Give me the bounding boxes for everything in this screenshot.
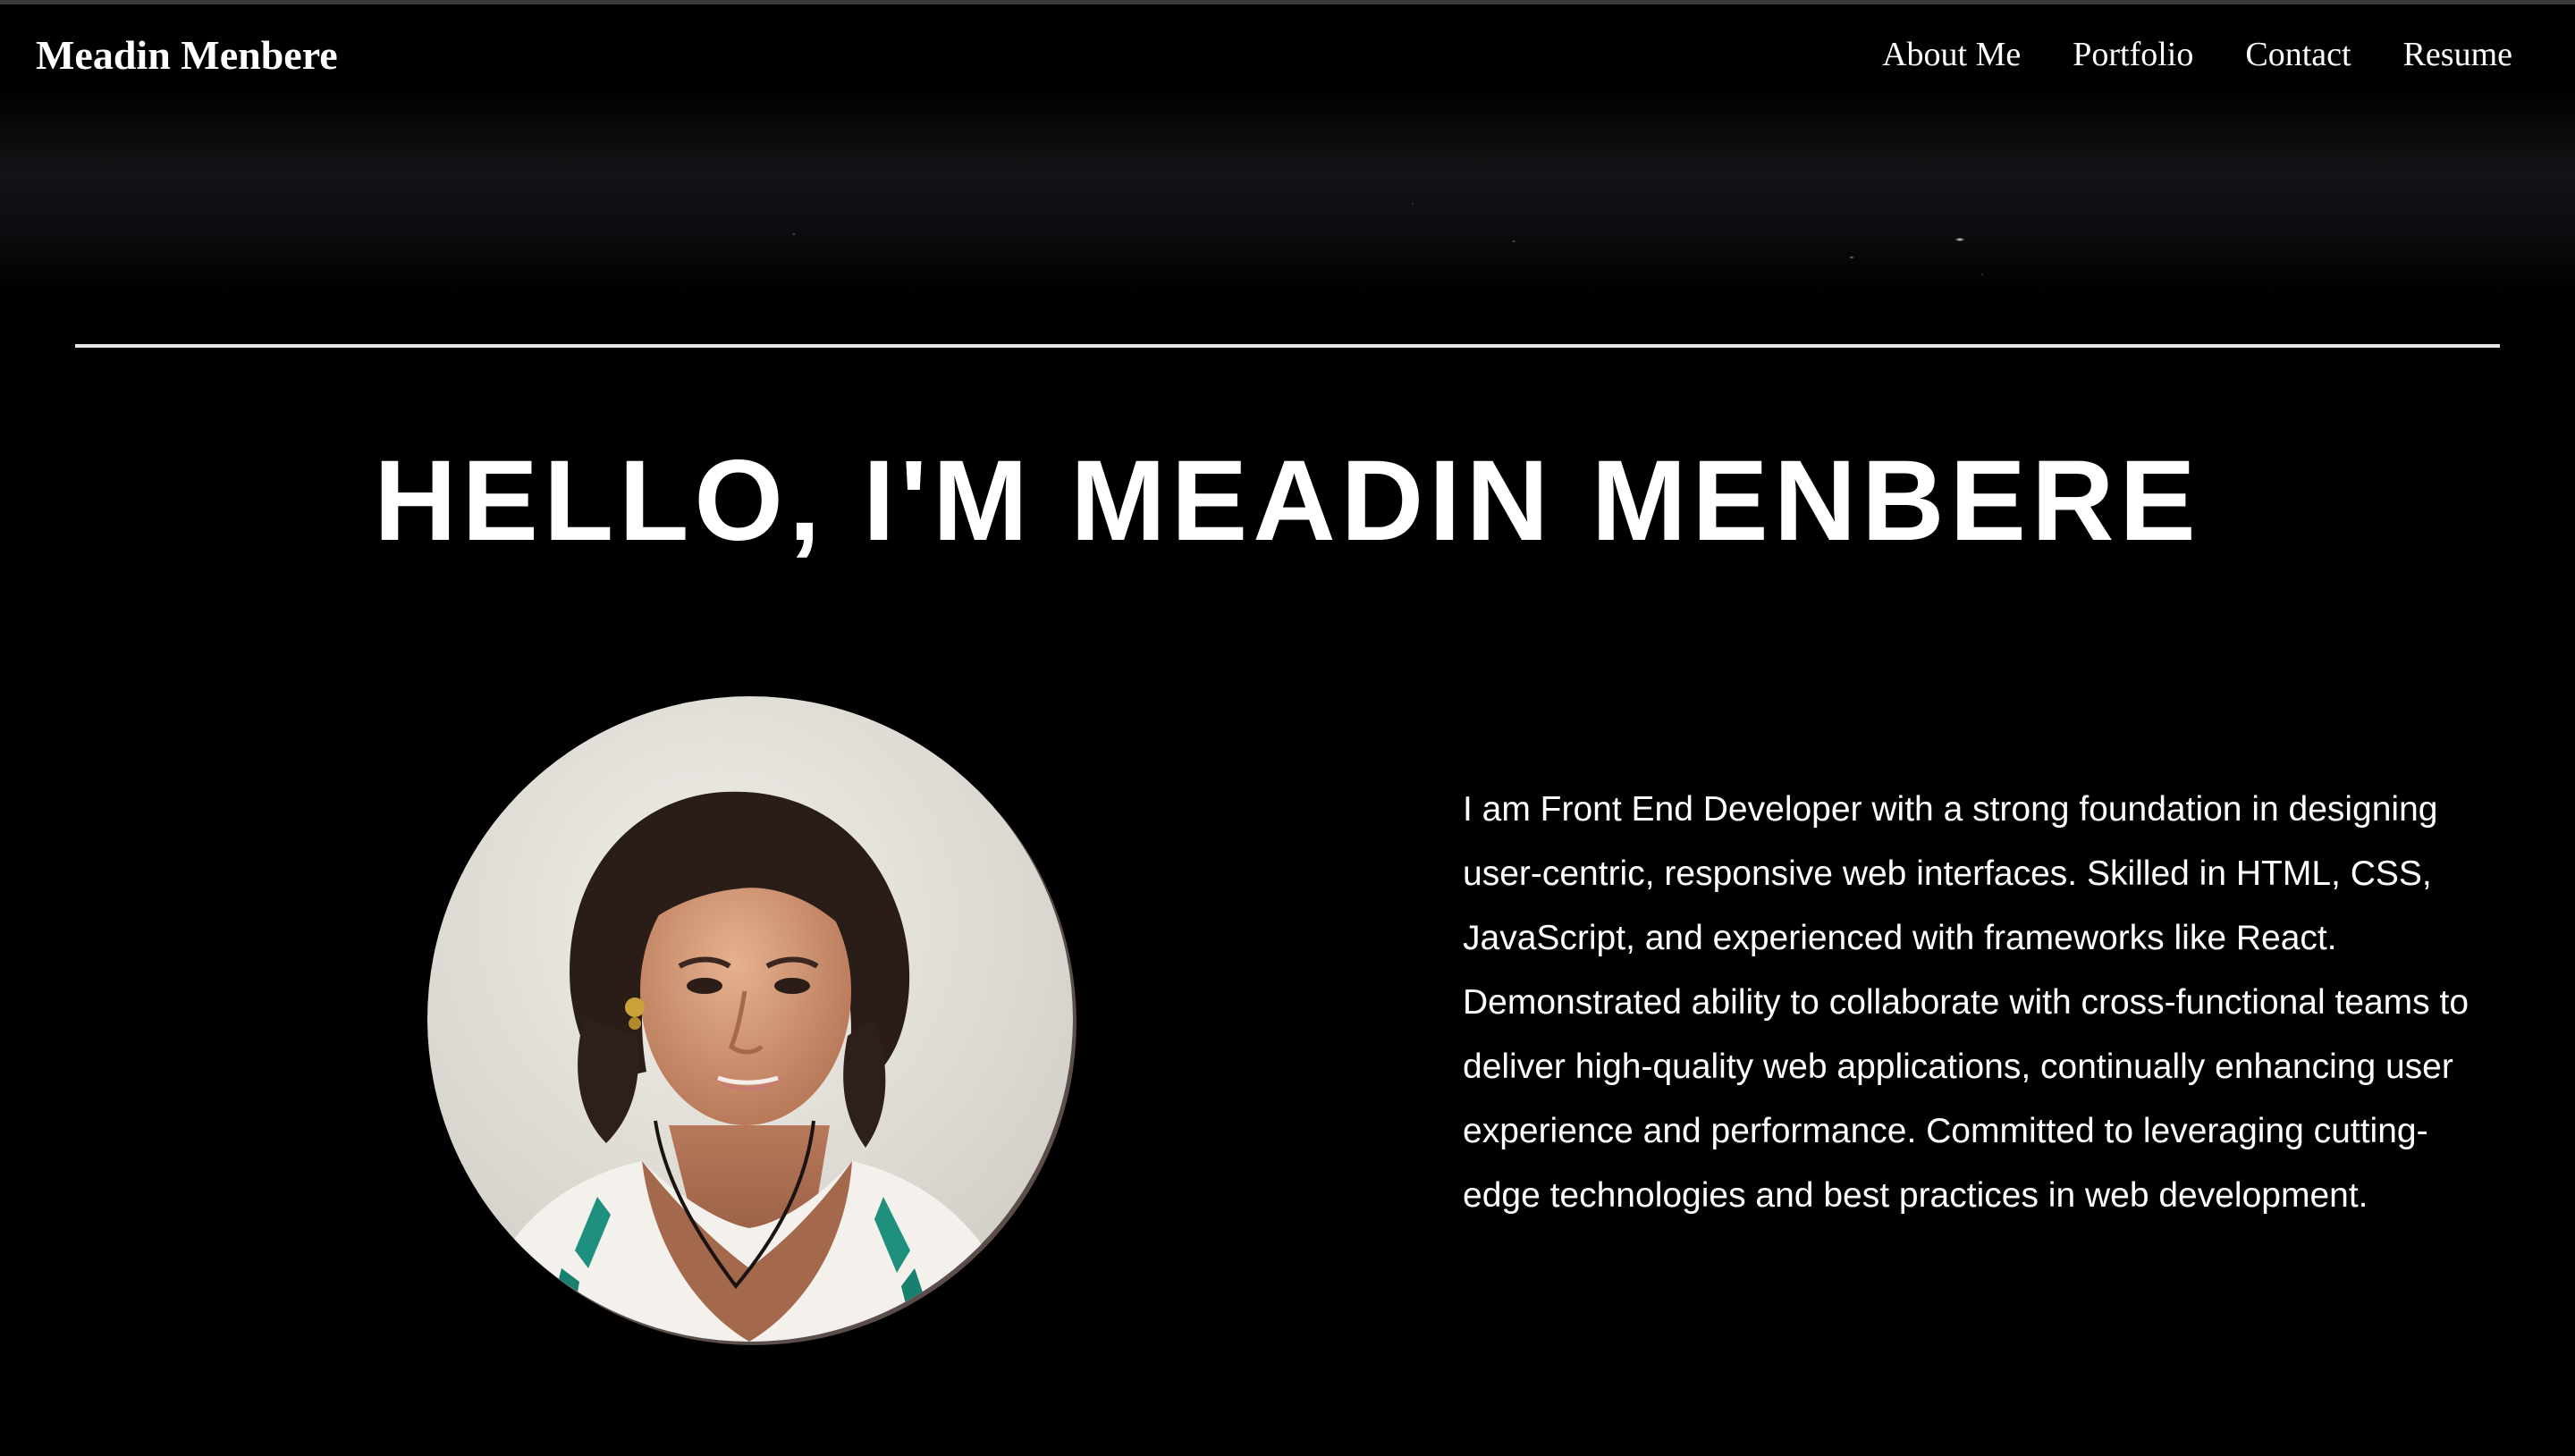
about-bio: I am Front End Developer with a strong f… [1463,790,2469,1215]
profile-photo [427,696,1073,1342]
main-nav: About Me Portfolio Contact Resume [1882,32,2512,77]
nav-link-contact[interactable]: Contact [2245,32,2351,77]
site-header: Meadin Menbere About Me Portfolio Contac… [0,0,2575,116]
nav-link-resume[interactable]: Resume [2403,32,2512,77]
hero-title: HELLO, I'M MEADIN MENBERE [374,437,2201,565]
nav-link-portfolio[interactable]: Portfolio [2073,32,2193,77]
nav-link-about-me[interactable]: About Me [1882,32,2021,77]
section-divider [75,344,2500,348]
hero-background-texture [0,89,2575,295]
site-brand[interactable]: Meadin Menbere [36,30,338,80]
